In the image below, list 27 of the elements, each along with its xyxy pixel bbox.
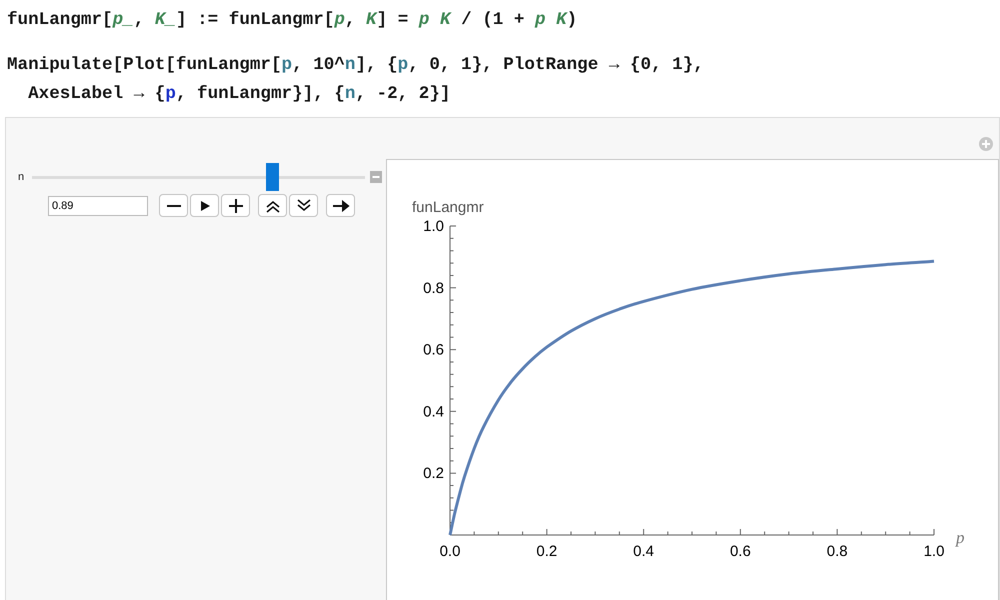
x-axis-label: p [956,528,964,547]
minus-icon [166,204,180,206]
code-line: funLangmr[p_, K_] := funLangmr[p, K] = p K / (1 + p K) [7,9,578,32]
tick-label: 0.8 [422,280,444,297]
tick-label: 1.0 [923,543,944,560]
tick-label: 0.0 [439,543,460,560]
faster-button[interactable] [258,194,287,217]
tick-label: 0.2 [536,543,557,560]
value-field[interactable]: 0.89 [48,196,148,216]
code-line: AxesLabel → {p, funLangmr}], {n, -2, 2}] [27,83,450,106]
tick-label: 0.6 [422,342,444,359]
slower-button[interactable] [289,194,318,217]
tick-label: 0.4 [422,403,444,420]
play-button[interactable] [190,194,219,217]
direction-button[interactable] [326,194,355,217]
y-axis-label: funLangmr [412,199,484,216]
code-line: Manipulate[Plot[funLangmr[p, 10^n], {p, 0, 1}, PlotRange → {0, 1}, [7,54,704,77]
step-back-button[interactable] [159,194,188,217]
slider-label: n [18,171,26,183]
step-forward-button[interactable] [221,194,250,217]
tick-label: 1.0 [422,218,444,235]
tick-label: 0.8 [826,543,848,560]
tick-label: 0.4 [632,543,654,560]
tick-label: 0.6 [730,543,750,560]
slider-thumb[interactable] [266,163,279,191]
right-arrow-icon [330,198,350,214]
tick-label: 0.2 [422,465,444,482]
